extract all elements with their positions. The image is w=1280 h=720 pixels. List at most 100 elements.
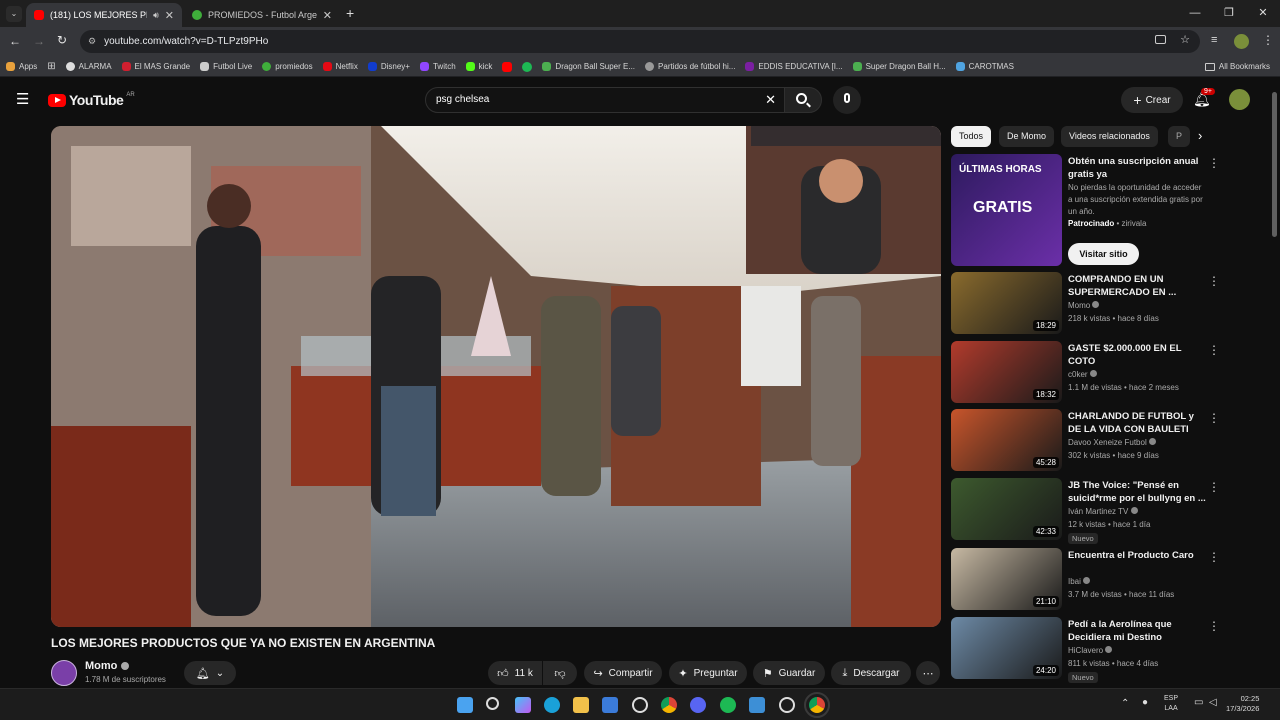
search-icon[interactable] xyxy=(486,697,499,710)
more-vertical-icon[interactable]: ⋮ xyxy=(1208,411,1220,425)
store-icon[interactable] xyxy=(602,697,618,713)
extensions-icon[interactable]: ≡ xyxy=(1211,34,1217,46)
bookmark-alarma[interactable]: ALARMA xyxy=(65,62,112,71)
all-bookmarks-button[interactable]: All Bookmarks xyxy=(1204,62,1270,71)
more-vertical-icon[interactable]: ⋮ xyxy=(1208,274,1220,288)
bookmark-kick[interactable]: kick xyxy=(465,62,492,71)
more-vertical-icon[interactable]: ⋮ xyxy=(1208,343,1220,357)
youtube-bookmark-icon[interactable] xyxy=(502,61,513,72)
tab-youtube[interactable]: (181) LOS MEJORES PRODU 🔊︎ ✕ xyxy=(26,3,182,27)
create-button[interactable]: + Crear xyxy=(1121,87,1183,113)
video-thumbnail[interactable]: 45:28 xyxy=(951,409,1062,471)
url-bar[interactable]: ⚙ youtube.com/watch?v=D-TLPzt9PHo ☆ xyxy=(80,30,1200,53)
dislike-button[interactable]: 👎︎ xyxy=(543,661,577,685)
site-info-icon[interactable]: ⚙ xyxy=(88,36,96,47)
network-icon[interactable]: ▭ xyxy=(1194,697,1203,708)
ask-button[interactable]: ✦ Preguntar xyxy=(669,661,747,685)
bookmark-dragon-ball-super[interactable]: Dragon Ball Super E... xyxy=(542,62,635,71)
chatgpt-icon[interactable] xyxy=(632,697,648,713)
copilot-icon[interactable] xyxy=(515,697,531,713)
recommendation-item[interactable]: 18:32 GASTE $2.000.000 EN EL COTO c0ker 1.… xyxy=(951,341,1221,407)
discord-icon[interactable] xyxy=(690,697,706,713)
channel-name[interactable]: Momo xyxy=(85,660,130,672)
forward-icon[interactable]: → xyxy=(33,34,45,48)
close-tab-icon[interactable]: ✕ xyxy=(165,9,174,22)
reload-icon[interactable]: ↻ xyxy=(57,33,67,47)
bookmark-disney[interactable]: Disney+ xyxy=(367,62,410,71)
install-icon[interactable] xyxy=(1155,35,1166,44)
minimize-icon[interactable]: — xyxy=(1178,0,1212,27)
profile-avatar[interactable] xyxy=(1234,34,1249,49)
video-thumbnail[interactable]: 21:10 xyxy=(951,548,1062,610)
chip-videos-relacionados[interactable]: Videos relacionados xyxy=(1061,126,1158,147)
hamburger-menu-icon[interactable]: ☰ xyxy=(16,90,29,108)
bookmark-el-mas-grande[interactable]: El MAS Grande xyxy=(121,62,190,71)
recommendation-item[interactable]: 21:10 Encuentra el Producto Caro Ibai 3.7 … xyxy=(951,548,1221,614)
more-vertical-icon[interactable]: ⋮ xyxy=(1208,480,1220,494)
channel-avatar[interactable] xyxy=(51,660,77,686)
close-tab-icon[interactable]: ✕ xyxy=(323,9,332,22)
more-vertical-icon[interactable]: ⋮ xyxy=(1208,156,1220,170)
recommendation-item[interactable]: 42:33 JB The Voice: "Pensé en suicid*rme … xyxy=(951,478,1221,544)
restore-icon[interactable]: ❐ xyxy=(1212,0,1246,27)
browser-menu-icon[interactable]: ⋮ xyxy=(1262,33,1274,47)
clear-search-icon[interactable]: ✕ xyxy=(765,88,776,112)
chip-todos[interactable]: Todos xyxy=(951,126,992,147)
page-scrollbar[interactable] xyxy=(1272,92,1277,237)
search-button[interactable] xyxy=(784,87,822,113)
microphone-icon[interactable]: ● xyxy=(1142,697,1148,708)
grid-icon[interactable]: ⊞ xyxy=(47,61,55,72)
video-thumbnail[interactable]: 42:33 xyxy=(951,478,1062,540)
clock[interactable]: 02:25 17/3/2026 xyxy=(1226,694,1259,714)
recommendation-item[interactable]: 45:28 CHARLANDO DE FUTBOL y DE LA VIDA CO… xyxy=(951,409,1221,475)
spotify-icon[interactable] xyxy=(720,697,736,713)
more-vertical-icon[interactable]: ⋮ xyxy=(1208,550,1220,564)
tab-search-icon[interactable]: ⌄ xyxy=(6,6,22,22)
more-vertical-icon[interactable]: ⋮ xyxy=(1208,619,1220,633)
bookmark-eddis[interactable]: EDDIS EDUCATIVA [I... xyxy=(745,62,843,71)
bookmark-star-icon[interactable]: ☆ xyxy=(1180,33,1190,46)
file-explorer-icon[interactable] xyxy=(573,697,589,713)
chrome-icon[interactable] xyxy=(661,697,677,713)
share-button[interactable]: ↪ Compartir xyxy=(584,661,662,685)
new-tab-button[interactable]: + xyxy=(346,5,354,21)
more-actions-button[interactable]: ⋯ xyxy=(916,661,940,685)
visit-site-button[interactable]: Visitar sitio xyxy=(1068,243,1139,265)
video-player[interactable] xyxy=(51,126,941,627)
windows-start-icon[interactable] xyxy=(457,697,473,713)
chrome-active-icon[interactable] xyxy=(804,692,830,718)
edge-icon[interactable] xyxy=(544,697,560,713)
like-button[interactable]: 👍︎ 11 k xyxy=(488,661,542,685)
spotify-bookmark-icon[interactable] xyxy=(522,61,533,72)
speaker-icon[interactable]: 🔊︎ xyxy=(153,10,159,21)
bookmark-super-dragon-ball[interactable]: Super Dragon Ball H... xyxy=(852,62,946,71)
search-input[interactable]: psg chelsea ✕ xyxy=(425,87,785,113)
bookmark-promiedos[interactable]: promiedos xyxy=(262,62,313,71)
youtube-logo[interactable]: YouTube AR xyxy=(48,92,135,108)
back-icon[interactable]: ← xyxy=(9,34,21,48)
video-thumbnail[interactable]: 24:20 xyxy=(951,617,1062,679)
save-button[interactable]: ⚑ Guardar xyxy=(753,661,825,685)
recommendation-item[interactable]: 24:20 Pedí a la Aerolínea que Decidiera m… xyxy=(951,617,1221,683)
notes-icon[interactable] xyxy=(749,697,765,713)
volume-icon[interactable]: ◁ xyxy=(1209,697,1217,708)
tab-promiedos[interactable]: PROMIEDOS - Futbol Argentino ✕ xyxy=(184,3,340,27)
subscribe-bell-button[interactable]: 🔔︎ ⌄ xyxy=(184,661,236,685)
account-avatar[interactable] xyxy=(1229,89,1250,110)
bookmark-netflix[interactable]: Netflix xyxy=(322,62,358,71)
bookmark-twitch[interactable]: Twitch xyxy=(419,62,456,71)
bookmark-carotmas[interactable]: CAROTMAS xyxy=(955,62,1014,71)
notifications-button[interactable]: 🔔︎ 9+ xyxy=(1193,88,1215,109)
chevron-right-icon[interactable]: › xyxy=(1198,128,1202,143)
bookmark-futbol-live[interactable]: Futbol Live xyxy=(200,62,252,71)
ad-thumbnail[interactable]: ÚLTIMAS HORAS GRATIS xyxy=(951,154,1062,266)
chip-p[interactable]: P xyxy=(1168,126,1191,147)
chip-de-momo[interactable]: De Momo xyxy=(999,126,1055,147)
voice-search-button[interactable] xyxy=(833,86,861,114)
steam-icon[interactable] xyxy=(779,697,795,713)
sponsored-ad[interactable]: ÚLTIMAS HORAS GRATIS Obtén una suscripci… xyxy=(951,154,1221,266)
bookmark-apps[interactable]: Apps xyxy=(6,62,37,71)
recommendation-item[interactable]: 18:29 COMPRANDO EN UN SUPERMERCADO EN ...… xyxy=(951,272,1221,338)
close-window-icon[interactable]: ✕ xyxy=(1246,0,1280,27)
bookmark-partidos[interactable]: Partidos de fútbol hi... xyxy=(645,62,735,71)
